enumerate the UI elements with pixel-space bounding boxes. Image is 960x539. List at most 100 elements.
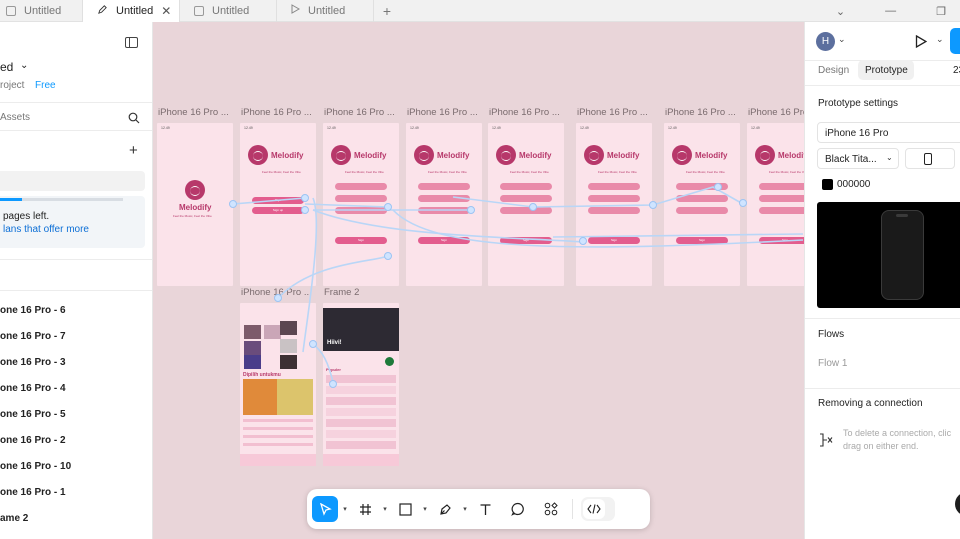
pen-tool-icon[interactable] — [432, 496, 458, 522]
layer-item[interactable]: one 16 Pro - 10 — [0, 461, 71, 472]
upgrade-link[interactable]: lans that offer more — [3, 224, 89, 235]
chevron-down-icon[interactable]: ⌄ — [20, 60, 28, 71]
connection-handle[interactable] — [384, 252, 392, 260]
model-value: Black Tita... — [825, 154, 877, 165]
device-preview — [817, 202, 960, 308]
chevron-down-icon: ⌄ — [886, 153, 893, 162]
device-select[interactable]: iPhone 16 Pro — [817, 122, 960, 143]
help-text: To delete a connection, clic — [843, 428, 952, 438]
tab-label: Untitled — [212, 4, 250, 17]
usage-bar-fill — [0, 198, 22, 201]
pen-icon — [97, 4, 108, 18]
phone-portrait-icon — [924, 153, 932, 165]
flow-item[interactable]: Flow 1 — [818, 358, 847, 369]
help-button[interactable] — [955, 492, 960, 516]
layer-item[interactable]: one 16 Pro - 6 — [0, 305, 66, 316]
orientation-portrait-button[interactable] — [905, 148, 955, 169]
canvas[interactable]: iPhone 16 Pro ... iPhone 16 Pro ... iPhone… — [153, 22, 804, 539]
present-play-icon[interactable] — [915, 34, 928, 53]
phone-mockup — [881, 210, 924, 300]
layer-item[interactable]: one 16 Pro - 1 — [0, 487, 66, 498]
tab-design[interactable]: Design — [818, 65, 849, 76]
tab-bar: Untitled Untitled ✕ Untitled Untitled + … — [0, 0, 960, 22]
chevron-down-icon[interactable]: ⌄ — [836, 5, 845, 18]
close-icon[interactable]: ✕ — [161, 4, 171, 18]
dev-mode-toggle[interactable] — [581, 497, 615, 521]
help-text: drag on either end. — [843, 441, 919, 451]
text-tool-icon[interactable] — [472, 496, 498, 522]
page-item-selected[interactable] — [0, 171, 145, 191]
shape-tool-icon[interactable] — [392, 496, 418, 522]
file-tab-2[interactable]: Untitled ✕ — [83, 0, 180, 22]
layer-item[interactable]: one 16 Pro - 3 — [0, 357, 66, 368]
tab-prototype-label: Prototype — [865, 65, 908, 76]
color-swatch[interactable] — [822, 179, 833, 190]
chevron-down-icon[interactable]: ⌄ — [936, 34, 944, 45]
layer-item[interactable]: one 16 Pro - 4 — [0, 383, 66, 394]
color-hex[interactable]: 000000 — [837, 179, 870, 190]
file-tab-3[interactable]: Untitled — [180, 0, 277, 22]
move-tool-icon[interactable] — [312, 496, 338, 522]
connection-handle[interactable] — [579, 237, 587, 245]
connection-handle[interactable] — [714, 183, 722, 191]
sidebar-toggle-icon[interactable] — [125, 35, 138, 53]
window-controls: ⌄ — ❐ — [836, 0, 960, 22]
components-icon[interactable] — [538, 496, 564, 522]
model-select[interactable]: Black Tita... ⌄ — [817, 148, 899, 169]
connection-handle[interactable] — [739, 199, 747, 207]
layer-item[interactable]: ame 2 — [0, 513, 28, 524]
chevron-down-icon[interactable]: ▾ — [418, 505, 432, 513]
tab-label: Untitled — [308, 4, 346, 17]
left-panel: ed ⌄ roject Free Assets + pages left. la… — [0, 22, 153, 539]
bottom-toolbar: ▾ ▾ ▾ ▾ — [307, 489, 650, 529]
share-button[interactable] — [950, 28, 960, 54]
zoom-level[interactable]: 23 — [953, 65, 960, 76]
restore-icon[interactable]: ❐ — [936, 5, 946, 18]
layer-item[interactable]: one 16 Pro - 7 — [0, 331, 66, 342]
draft-icon — [6, 5, 16, 16]
avatar[interactable]: H — [816, 32, 835, 51]
play-icon — [291, 4, 301, 17]
right-panel: H ⌄ ⌄ Design Prototype 23 Prototype sett… — [804, 22, 960, 539]
chevron-down-icon[interactable]: ▾ — [338, 505, 352, 513]
comment-tool-icon[interactable] — [505, 496, 531, 522]
prototype-settings-title: Prototype settings — [818, 98, 899, 109]
project-name[interactable]: roject — [0, 80, 24, 91]
search-icon[interactable] — [128, 111, 140, 129]
file-name[interactable]: ed — [0, 60, 13, 74]
plan-badge: Free — [35, 80, 56, 91]
connection-handle[interactable] — [384, 203, 392, 211]
chevron-down-icon[interactable]: ⌄ — [838, 34, 846, 45]
assets-tab[interactable]: Assets — [0, 112, 30, 123]
layer-item[interactable]: one 16 Pro - 5 — [0, 409, 66, 420]
dev-mode-icon — [583, 499, 605, 519]
connection-handle[interactable] — [274, 294, 282, 302]
minimize-icon[interactable]: — — [885, 5, 896, 17]
tab-prototype[interactable]: Prototype — [858, 60, 914, 80]
connection-handle[interactable] — [529, 203, 537, 211]
frame-tool-icon[interactable] — [352, 496, 378, 522]
disconnect-icon — [818, 432, 834, 453]
notice-text: pages left. — [3, 211, 50, 222]
chevron-down-icon[interactable]: ▾ — [378, 505, 392, 513]
flows-title: Flows — [818, 329, 845, 340]
draft-icon — [194, 5, 204, 16]
file-tab-1[interactable]: Untitled — [0, 0, 83, 22]
file-tab-4[interactable]: Untitled — [277, 0, 374, 22]
connection-handle[interactable] — [329, 380, 337, 388]
prototype-connections — [232, 186, 804, 383]
connection-handle[interactable] — [309, 340, 317, 348]
layer-item[interactable]: one 16 Pro - 2 — [0, 435, 66, 446]
new-tab-button[interactable]: + — [374, 3, 400, 19]
tab-label: Untitled — [24, 4, 62, 17]
connection-handle[interactable] — [649, 201, 657, 209]
connection-handle[interactable] — [301, 206, 309, 214]
upgrade-notice: pages left. lans that offer more — [0, 196, 145, 248]
connection-handle[interactable] — [467, 206, 475, 214]
device-value: iPhone 16 Pro — [825, 128, 889, 139]
chevron-down-icon[interactable]: ▾ — [458, 505, 472, 513]
tab-label: Untitled — [116, 4, 154, 17]
connection-handle[interactable] — [229, 200, 237, 208]
add-page-button[interactable]: + — [129, 142, 138, 159]
connection-handle[interactable] — [301, 194, 309, 202]
